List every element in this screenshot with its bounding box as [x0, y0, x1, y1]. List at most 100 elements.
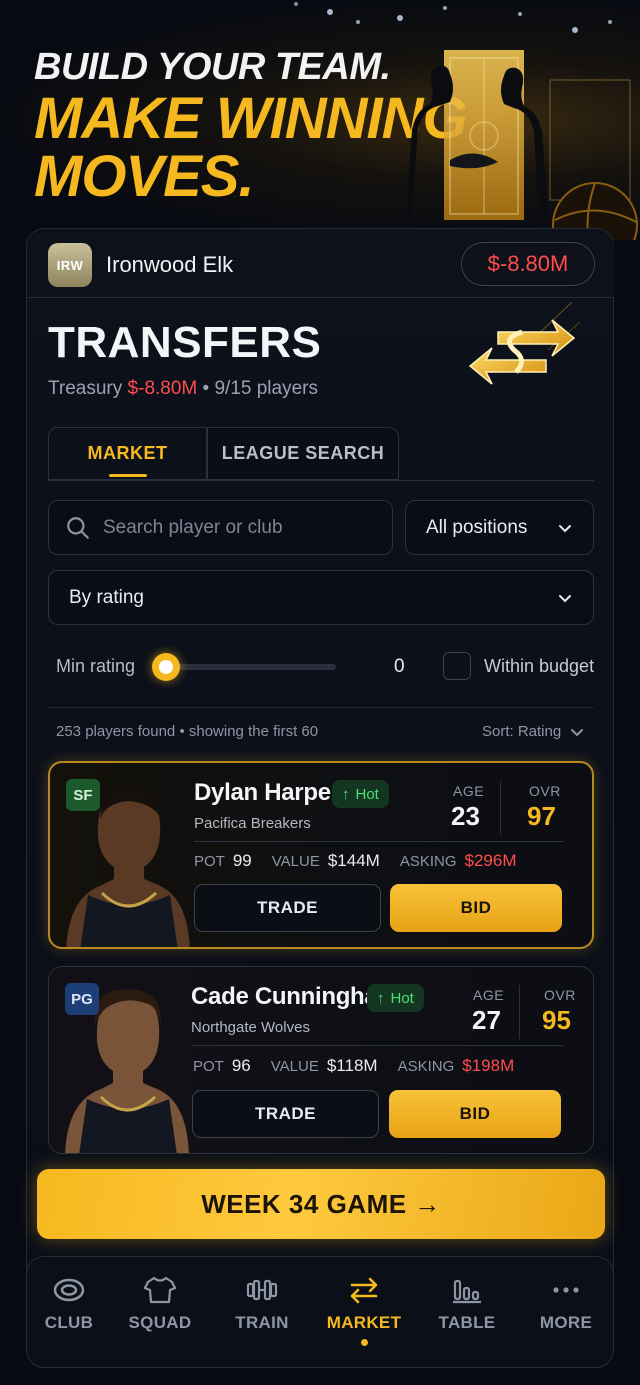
- ovr-label: OVR: [529, 783, 561, 799]
- treasury-value: $-8.80M: [127, 378, 198, 399]
- hot-tag-label: Hot: [390, 989, 414, 1007]
- player-card[interactable]: PG Cade Cunningham ↑ Hot Northgate Wolve…: [48, 966, 594, 1154]
- min-rating-slider-track[interactable]: [160, 664, 336, 670]
- search-input[interactable]: [103, 516, 383, 539]
- search-icon: [67, 516, 89, 539]
- ovr-value: 97: [527, 801, 556, 831]
- dumbbell-icon: [246, 1279, 278, 1301]
- club-badge[interactable]: IRW: [48, 243, 92, 287]
- arrow-up-icon: ↑: [342, 785, 350, 803]
- divider: [500, 781, 501, 835]
- player-card[interactable]: SF Dylan Harper ↑ Hot Pacifica Breakers …: [48, 761, 594, 949]
- pot-label: POT: [194, 853, 225, 870]
- divider: [48, 707, 594, 708]
- age-value: 27: [472, 1005, 501, 1035]
- club-name: Ironwood Elk: [106, 252, 234, 277]
- value-label: VALUE: [270, 1058, 319, 1075]
- min-rating-slider-handle[interactable]: [152, 653, 180, 681]
- treasury-label: Treasury: [48, 378, 123, 399]
- handshake-illustration: [404, 50, 638, 240]
- hot-tag: ↑ Hot: [332, 780, 389, 808]
- transfer-tabs: MARKET LEAGUE SEARCH: [48, 427, 594, 481]
- bottom-nav: CLUB SQUAD TRAIN MARKET TABLE MORE: [26, 1256, 614, 1368]
- sort-dropdown[interactable]: Sort: Rating: [482, 723, 585, 740]
- asking-label: ASKING: [397, 1058, 455, 1075]
- arrow-up-icon: ↑: [377, 989, 385, 1007]
- player-stats-row: POT 99 VALUE $144M ASKING $296M: [194, 851, 517, 871]
- position-badge: SF: [66, 779, 100, 811]
- nav-item-club[interactable]: CLUB: [24, 1275, 114, 1333]
- sort-select-value: By rating: [69, 586, 144, 608]
- chevron-down-icon: [559, 524, 571, 532]
- within-budget-label[interactable]: Within budget: [484, 656, 594, 677]
- position-select[interactable]: All positions: [405, 500, 594, 555]
- age-label: AGE: [453, 783, 485, 799]
- trade-button[interactable]: TRADE: [194, 884, 381, 932]
- ovr-label: OVR: [544, 987, 576, 1003]
- asking-value: $198M: [462, 1056, 515, 1075]
- nav-item-more[interactable]: MORE: [521, 1275, 611, 1333]
- player-name[interactable]: Dylan Harper: [194, 779, 340, 807]
- search-field[interactable]: [48, 500, 393, 555]
- within-budget-checkbox[interactable]: [443, 652, 471, 680]
- divider: [194, 841, 564, 842]
- sort-dropdown-label: Sort: Rating: [482, 723, 562, 740]
- tab-market[interactable]: MARKET: [48, 427, 207, 480]
- tab-league-search[interactable]: LEAGUE SEARCH: [207, 427, 399, 480]
- position-badge: PG: [65, 983, 99, 1015]
- bid-button[interactable]: BID: [390, 884, 562, 932]
- value-value: $118M: [326, 1056, 378, 1075]
- more-icon: [553, 1287, 579, 1293]
- value-value: $144M: [327, 851, 380, 870]
- hot-tag: ↑ Hot: [367, 984, 424, 1012]
- pot-value: 96: [231, 1056, 251, 1075]
- results-showing: showing the first 60: [188, 723, 319, 740]
- divider: [519, 985, 520, 1039]
- nav-item-label: CLUB: [44, 1313, 94, 1332]
- pot-value: 99: [232, 851, 252, 870]
- min-rating-value: 0: [394, 656, 405, 677]
- position-select-value: All positions: [426, 516, 528, 538]
- shirt-icon: [143, 1276, 177, 1304]
- nav-item-label: MARKET: [326, 1313, 402, 1332]
- bid-button[interactable]: BID: [389, 1090, 561, 1138]
- chevron-down-icon: [571, 728, 584, 736]
- player-stats-row: POT 96 VALUE $118M ASKING $198M: [193, 1056, 514, 1076]
- roster-count: 9/15 players: [214, 378, 318, 399]
- nav-item-market[interactable]: MARKET: [319, 1275, 409, 1346]
- separator-dot: •: [179, 723, 189, 740]
- pot-label: POT: [193, 1058, 224, 1075]
- player-club: Northgate Wolves: [191, 1019, 310, 1036]
- nav-item-label: SQUAD: [128, 1313, 192, 1332]
- age-value: 23: [451, 801, 480, 831]
- results-summary: 253 players found • showing the first 60: [56, 723, 318, 740]
- hot-tag-label: Hot: [355, 785, 379, 803]
- transfer-swap-icon: [468, 302, 581, 385]
- trade-button[interactable]: TRADE: [192, 1090, 379, 1138]
- chevron-down-icon: [559, 594, 571, 602]
- nav-item-label: MORE: [539, 1313, 593, 1332]
- nav-item-label: TRAIN: [235, 1313, 289, 1332]
- player-club: Pacifica Breakers: [194, 815, 311, 832]
- hero-banner: BUILD YOUR TEAM. MAKE WINNING MOVES.: [0, 0, 640, 240]
- divider: [191, 1045, 563, 1046]
- club-icon: [53, 1278, 85, 1302]
- results-count: 253 players found: [56, 723, 176, 740]
- bar-chart-icon: [453, 1279, 481, 1304]
- treasury-summary: Treasury $-8.80M • 9/15 players: [48, 378, 318, 400]
- nav-item-squad[interactable]: SQUAD: [115, 1275, 205, 1333]
- asking-label: ASKING: [399, 853, 457, 870]
- active-indicator: [360, 1339, 368, 1346]
- nav-item-label: TABLE: [438, 1313, 496, 1332]
- separator-dot: •: [202, 378, 215, 399]
- balance-pill[interactable]: $-8.80M: [461, 242, 595, 286]
- nav-item-table[interactable]: TABLE: [422, 1275, 512, 1333]
- value-label: VALUE: [271, 853, 320, 870]
- swap-icon: [350, 1277, 378, 1304]
- sort-select[interactable]: By rating: [48, 570, 594, 625]
- asking-value: $296M: [464, 851, 517, 870]
- age-label: AGE: [473, 987, 505, 1003]
- nav-item-train[interactable]: TRAIN: [217, 1275, 307, 1333]
- page-title: TRANSFERS: [48, 318, 322, 367]
- next-game-button[interactable]: WEEK 34 GAME →: [37, 1169, 605, 1239]
